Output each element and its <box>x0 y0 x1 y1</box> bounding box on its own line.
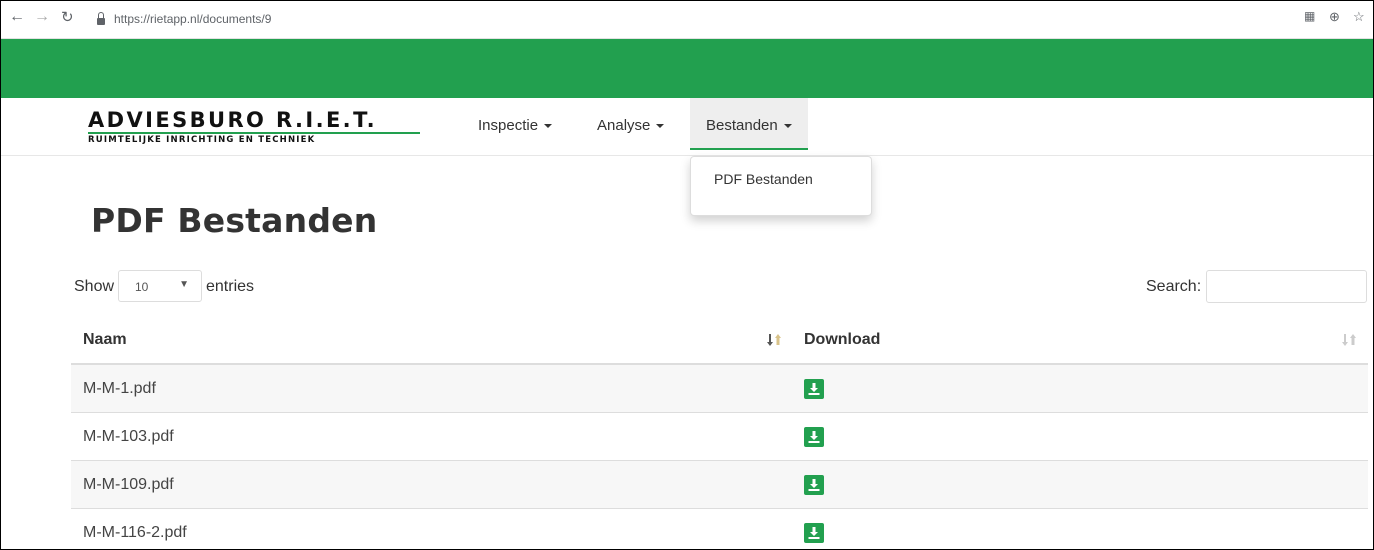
download-icon <box>808 527 820 539</box>
search-input[interactable] <box>1206 270 1367 303</box>
table-row: M-M-103.pdf <box>71 413 1368 461</box>
browser-toolbar: ← → ↻ https://rietapp.nl/documents/9 ▦ ⊕… <box>1 1 1373 39</box>
brand-logo[interactable]: ADVIESBURO R.I.E.T. RUIMTELIJKE INRICHTI… <box>88 108 420 145</box>
reload-icon[interactable]: ↻ <box>61 8 74 26</box>
translate-icon[interactable]: ▦ <box>1304 9 1315 23</box>
caret-down-icon <box>544 124 553 129</box>
file-name-cell: M-M-116-2.pdf <box>83 524 187 541</box>
nav-label: Inspectie <box>478 117 539 134</box>
brand-divider <box>88 132 420 134</box>
nav-bestanden[interactable]: Bestanden <box>690 98 808 150</box>
back-arrow-icon[interactable]: ← <box>9 8 25 26</box>
forward-arrow-icon[interactable]: → <box>34 8 50 26</box>
column-header-download[interactable]: Download <box>804 316 880 364</box>
file-name-cell: M-M-109.pdf <box>83 476 174 493</box>
browser-window: ← → ↻ https://rietapp.nl/documents/9 ▦ ⊕… <box>0 0 1374 550</box>
caret-down-icon <box>656 124 665 129</box>
file-name-cell: M-M-1.pdf <box>83 380 156 397</box>
menu-item-pdf-bestanden[interactable]: PDF Bestanden <box>714 171 813 187</box>
file-name-cell: M-M-103.pdf <box>83 428 174 445</box>
url-text: https://rietapp.nl/documents/9 <box>114 12 272 26</box>
nav-analyse[interactable]: Analyse <box>597 98 665 148</box>
navbar: ADVIESBURO R.I.E.T. RUIMTELIJKE INRICHTI… <box>1 98 1373 156</box>
download-button[interactable] <box>804 523 824 543</box>
bookmark-star-icon[interactable]: ☆ <box>1353 9 1365 25</box>
table-row: M-M-116-2.pdf <box>71 509 1368 549</box>
bestanden-dropdown-menu: PDF Bestanden <box>690 156 872 216</box>
entries-label: entries <box>206 278 255 295</box>
lock-icon <box>97 11 105 25</box>
select-arrow-icon: ▼ <box>179 279 189 290</box>
brand-title: ADVIESBURO R.I.E.T. <box>88 108 377 132</box>
page-length-select[interactable]: 10 ▼ <box>118 270 202 302</box>
nav-inspectie[interactable]: Inspectie <box>478 98 553 148</box>
column-header-naam[interactable]: Naam <box>83 316 127 364</box>
sort-ascending-icon[interactable] <box>767 333 781 347</box>
download-button[interactable] <box>804 475 824 495</box>
caret-down-icon <box>783 124 792 129</box>
header-band <box>1 39 1373 98</box>
nav-label: Analyse <box>597 117 651 134</box>
table-row: M-M-109.pdf <box>71 461 1368 509</box>
search-label: Search: <box>1146 278 1202 295</box>
download-button[interactable] <box>804 427 824 447</box>
page-title: PDF Bestanden <box>91 201 378 240</box>
brand-subtitle: RUIMTELIJKE INRICHTING EN TECHNIEK <box>88 135 316 145</box>
page-length-value: 10 <box>135 280 149 294</box>
download-icon <box>808 479 820 491</box>
download-icon <box>808 383 820 395</box>
zoom-icon[interactable]: ⊕ <box>1329 9 1340 25</box>
show-label: Show <box>74 278 115 295</box>
address-bar[interactable]: https://rietapp.nl/documents/9 <box>97 7 271 31</box>
download-icon <box>808 431 820 443</box>
sort-both-icon[interactable] <box>1342 333 1356 347</box>
download-button[interactable] <box>804 379 824 399</box>
table-row: M-M-1.pdf <box>71 365 1368 413</box>
nav-label: Bestanden <box>706 117 778 134</box>
